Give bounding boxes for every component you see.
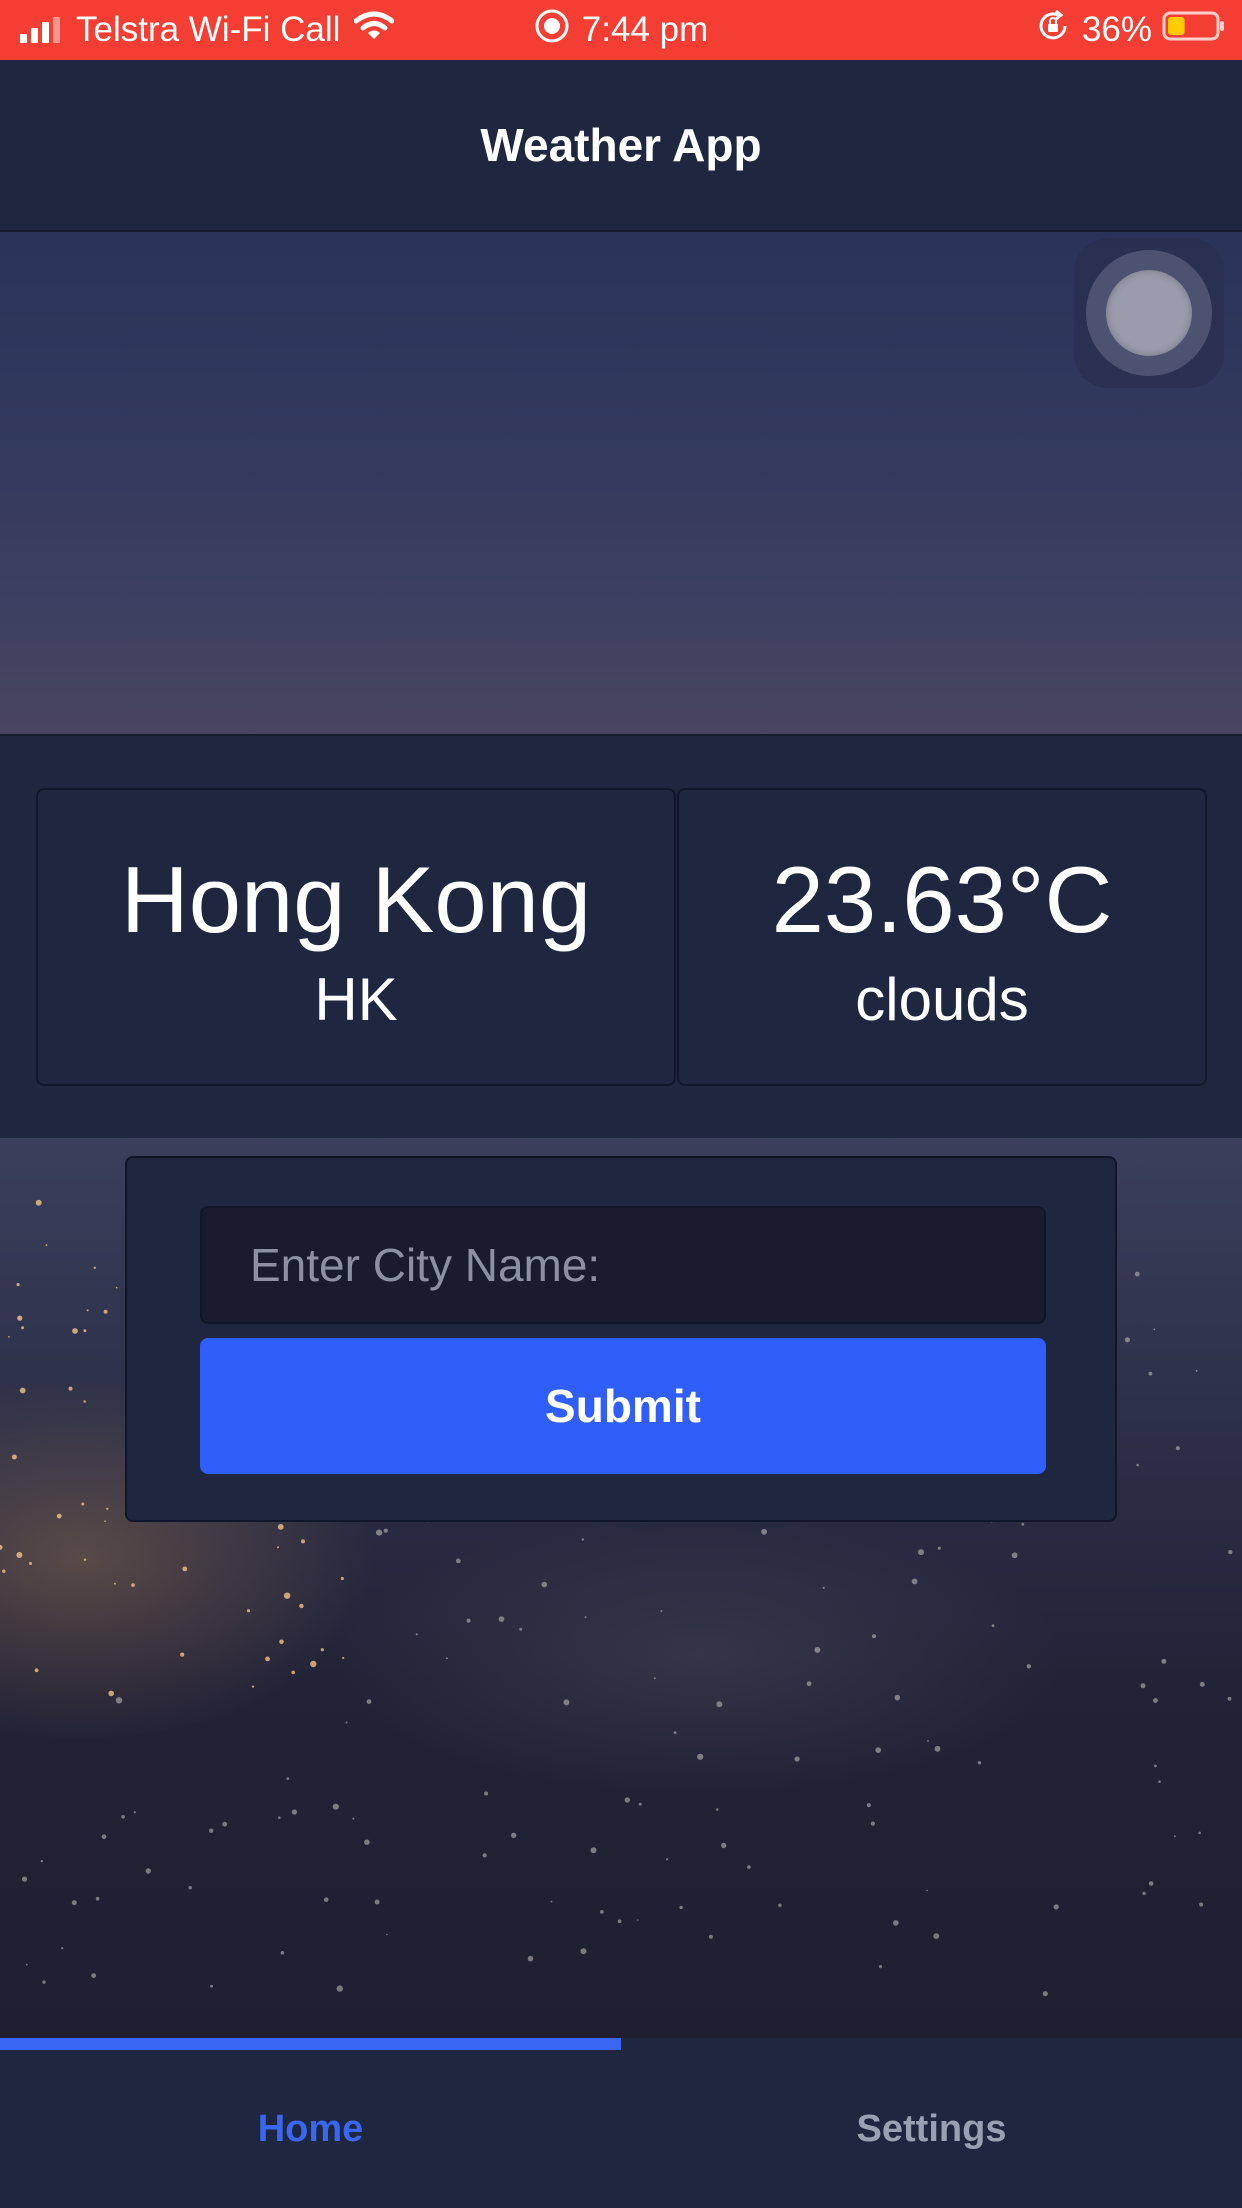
city-search-form: Submit bbox=[125, 1156, 1117, 1522]
assistive-touch-knob bbox=[1106, 270, 1192, 356]
tab-settings[interactable]: Settings bbox=[621, 2050, 1242, 2208]
bottom-tab-bar: Home Settings bbox=[0, 2038, 1242, 2208]
weather-info-band: Hong Kong HK 23.63°C clouds bbox=[0, 734, 1242, 1140]
assistive-touch-ring bbox=[1086, 250, 1212, 376]
page-title: Weather App bbox=[480, 119, 762, 171]
navigation-bar: Weather App bbox=[0, 60, 1242, 232]
city-name: Hong Kong bbox=[120, 847, 592, 952]
temperature-card: 23.63°C clouds bbox=[677, 788, 1207, 1086]
country-code: HK bbox=[314, 966, 398, 1033]
weather-app-screen: Telstra Wi-Fi Call 7:44 pm 36% Weather A… bbox=[0, 0, 1242, 2208]
battery-percent: 36% bbox=[1081, 10, 1152, 49]
sky-background-image bbox=[0, 232, 1242, 734]
city-name-input[interactable] bbox=[200, 1206, 1046, 1324]
orientation-lock-icon bbox=[1036, 9, 1070, 52]
location-card: Hong Kong HK bbox=[36, 788, 676, 1086]
temperature-value: 23.63°C bbox=[771, 847, 1113, 952]
submit-button[interactable]: Submit bbox=[200, 1338, 1046, 1474]
active-tab-indicator bbox=[0, 2038, 621, 2050]
tab-home[interactable]: Home bbox=[0, 2050, 621, 2208]
weather-condition: clouds bbox=[855, 966, 1029, 1033]
status-bar-right: 36% bbox=[1036, 0, 1226, 60]
status-bar: Telstra Wi-Fi Call 7:44 pm 36% bbox=[0, 0, 1242, 60]
battery-icon bbox=[1162, 10, 1226, 51]
assistive-touch-button[interactable] bbox=[1074, 238, 1224, 388]
screen-recording-icon bbox=[534, 8, 570, 53]
status-time: 7:44 pm bbox=[581, 10, 709, 49]
